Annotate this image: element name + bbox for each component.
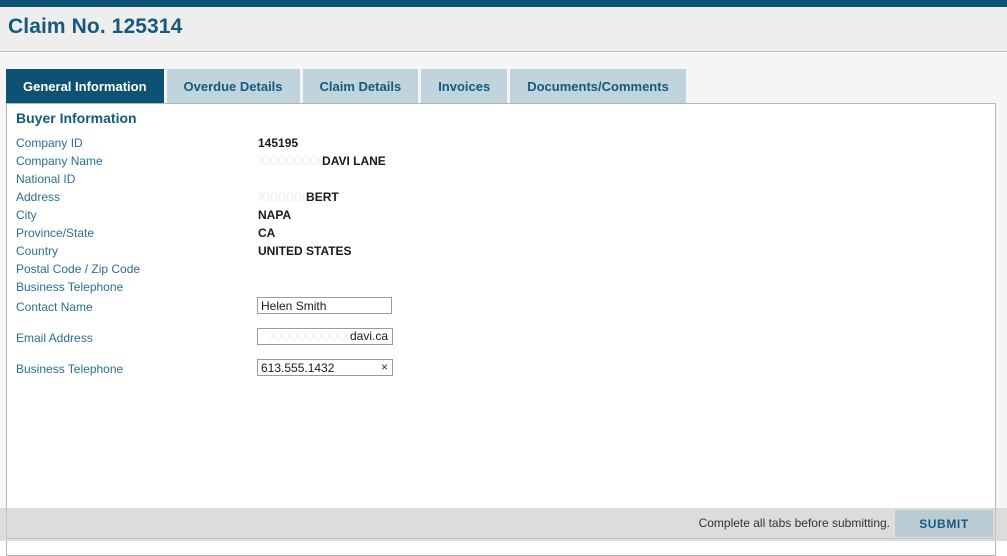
tab-general-information[interactable]: General Information: [6, 69, 164, 103]
footer-inner: Complete all tabs before submitting. SUB…: [6, 508, 996, 539]
field-label: City: [16, 208, 37, 222]
field-label: Business Telephone: [16, 280, 124, 294]
form-row: Country UNITED STATES: [16, 242, 576, 260]
field-label: Company ID: [16, 136, 83, 150]
field-value-text: UNITED STATES: [258, 244, 352, 258]
contact-name-input[interactable]: [257, 297, 392, 314]
section-title: Buyer Information: [16, 110, 137, 126]
field-label: National ID: [16, 172, 76, 186]
tab-label: Invoices: [438, 78, 491, 94]
field-value: 145195: [258, 134, 298, 152]
tab-bar: General Information Overdue Details Claim …: [6, 69, 686, 103]
claim-form-page: Claim No. 125314 General Information Over…: [0, 0, 1007, 556]
business-telephone-input[interactable]: [257, 359, 393, 376]
footer-bar: Complete all tabs before submitting. SUB…: [0, 508, 1007, 541]
form-row-email-address: Email Address XXXXXXXXXXdavi.ca: [16, 327, 576, 350]
form-row-business-telephone: Business Telephone ×: [16, 358, 576, 381]
field-label: Postal Code / Zip Code: [16, 262, 141, 276]
form-row: Company ID 145195: [16, 134, 576, 152]
field-label: Country: [16, 244, 59, 258]
page-title: Claim No. 125314: [8, 15, 183, 38]
tab-label: General Information: [23, 78, 147, 94]
tab-invoices[interactable]: Invoices: [421, 69, 508, 103]
field-value-text: CA: [258, 226, 276, 240]
form-row: Province/State CA: [16, 224, 576, 242]
field-value-text: BERT: [306, 190, 339, 204]
form-row: Postal Code / Zip Code: [16, 260, 576, 278]
email-address-value: davi.ca: [349, 329, 388, 343]
field-value-text: NAPA: [258, 208, 292, 222]
email-address-label: Email Address: [16, 331, 93, 345]
tab-label: Claim Details: [319, 78, 402, 94]
redacted-text: XXXXXX: [258, 190, 307, 204]
tab-documents-comments[interactable]: Documents/Comments: [510, 69, 686, 103]
top-accent-bar: [0, 0, 1007, 7]
tab-label: Documents/Comments: [527, 78, 669, 94]
clear-icon[interactable]: ×: [381, 359, 388, 376]
redacted-text: XXXXXXXXXX: [269, 329, 350, 343]
form-row: Company Name XXXXXXXXDAVI LANE: [16, 152, 576, 170]
business-telephone-field: ×: [257, 359, 393, 376]
page-canvas: General Information Overdue Details Claim …: [0, 53, 1007, 556]
redacted-text: XXXXXXXX: [258, 154, 323, 168]
form-row: Address XXXXXXBERT: [16, 188, 576, 206]
email-address-input[interactable]: XXXXXXXXXXdavi.ca: [257, 328, 393, 345]
field-label: Address: [16, 190, 61, 204]
field-label: Province/State: [16, 226, 95, 240]
tab-label: Overdue Details: [183, 78, 283, 94]
form-row: City NAPA: [16, 206, 576, 224]
field-value: CA: [258, 224, 275, 242]
field-value: XXXXXXBERT: [258, 188, 339, 206]
field-value-text: DAVI LANE: [322, 154, 386, 168]
content-panel: Buyer Information Company ID 145195 Compan…: [6, 103, 996, 556]
tab-overdue-details[interactable]: Overdue Details: [166, 69, 300, 103]
page-header: Claim No. 125314: [0, 7, 1007, 52]
business-telephone-label: Business Telephone: [16, 362, 124, 376]
contact-name-label: Contact Name: [16, 300, 93, 314]
field-value-text: 145195: [258, 136, 299, 150]
field-value: NAPA: [258, 206, 291, 224]
footer-note: Complete all tabs before submitting.: [698, 516, 890, 530]
form-row-contact-name: Contact Name: [16, 296, 576, 319]
submit-button[interactable]: SUBMIT: [895, 510, 993, 537]
tab-claim-details[interactable]: Claim Details: [302, 69, 419, 103]
field-label: Company Name: [16, 154, 103, 168]
form-row: Business Telephone: [16, 278, 576, 296]
form-row: National ID: [16, 170, 576, 188]
buyer-information-form: Company ID 145195 Company Name XXXXXXXXDAVI…: [16, 134, 576, 381]
field-value: XXXXXXXXDAVI LANE: [258, 152, 386, 170]
field-value: UNITED STATES: [258, 242, 352, 260]
